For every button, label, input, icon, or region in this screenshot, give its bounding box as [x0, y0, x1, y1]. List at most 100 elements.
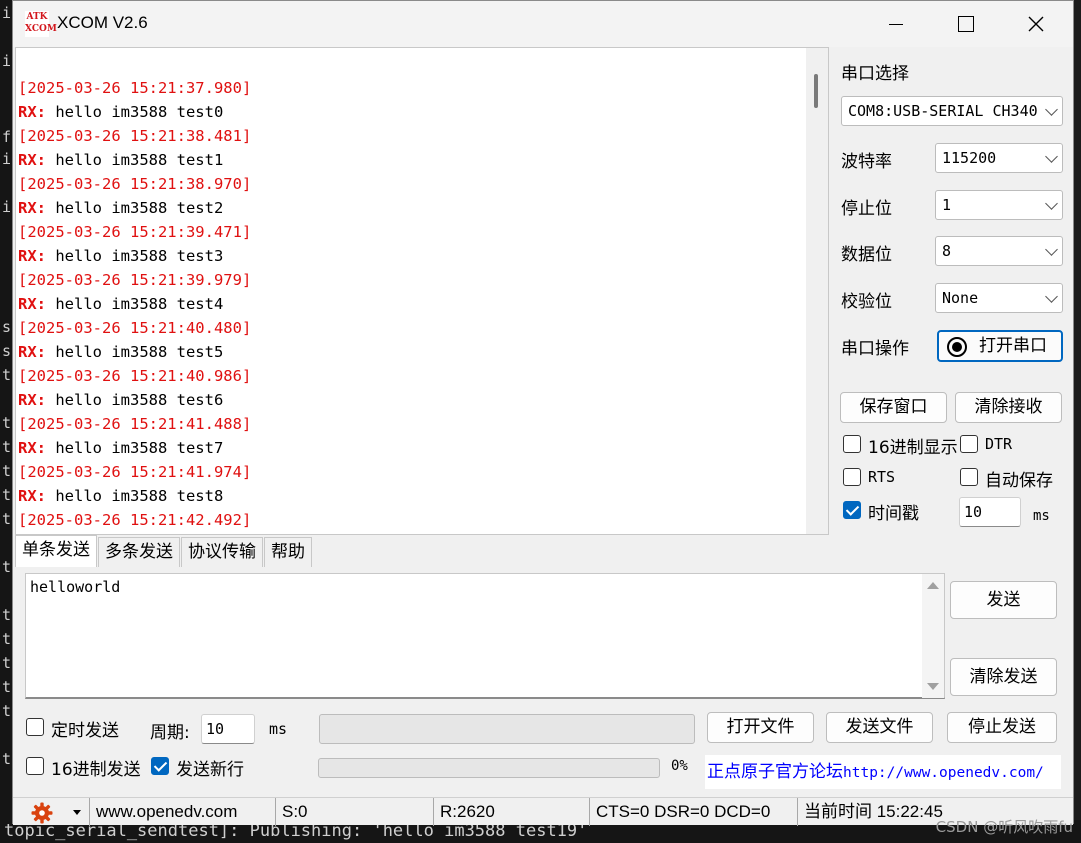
- receive-message: RX: hello im3588 test6: [18, 388, 251, 412]
- receive-timestamp: [2025-03-26 15:21:39.979]: [18, 271, 252, 289]
- auto-save-checkbox[interactable]: [960, 468, 978, 486]
- baud-value: 115200: [942, 149, 997, 167]
- receive-scroll-thumb[interactable]: [814, 74, 818, 108]
- status-received-count: R:2620: [433, 798, 589, 826]
- hex-display-checkbox[interactable]: [843, 435, 861, 453]
- baud-select[interactable]: 115200: [935, 143, 1063, 173]
- background-terminal-char: t: [2, 462, 12, 480]
- logo-top-text: ATK: [26, 12, 48, 22]
- receive-timestamp: [2025-03-26 15:21:42.492]: [18, 511, 252, 529]
- stop-bits-label: 停止位: [841, 199, 892, 219]
- clear-send-button[interactable]: 清除发送: [950, 658, 1057, 696]
- parity-label: 校验位: [841, 292, 892, 312]
- period-label: 周期:: [150, 723, 190, 743]
- logo-bottom-text: XCOM: [25, 24, 57, 34]
- receive-timestamp: [2025-03-26 15:21:39.471]: [18, 223, 252, 241]
- data-bits-select[interactable]: 8: [935, 236, 1063, 266]
- status-website[interactable]: www.openedv.com: [89, 798, 275, 826]
- background-terminal-char: t: [2, 510, 12, 528]
- receive-message: RX: hello im3588 test2: [18, 196, 251, 220]
- send-input[interactable]: helloworld: [25, 573, 945, 699]
- background-terminal-char: t: [2, 414, 12, 432]
- window-title: XCOM V2.6: [57, 13, 148, 32]
- gear-icon[interactable]: [31, 802, 53, 824]
- maximize-button[interactable]: [931, 1, 1001, 47]
- receive-timestamp: [2025-03-26 15:21:40.986]: [18, 367, 252, 385]
- tab-4[interactable]: 帮助: [264, 537, 312, 567]
- receive-message: RX: hello im3588 test1: [18, 148, 251, 172]
- close-icon: [1028, 16, 1044, 32]
- timed-send-checkbox[interactable]: [26, 718, 44, 736]
- rx-text: hello im3588 test7: [46, 439, 224, 457]
- rx-text: hello im3588 test0: [46, 103, 224, 121]
- rx-tag: RX:: [18, 103, 46, 121]
- close-button[interactable]: [1001, 1, 1071, 47]
- timestamp-interval-input[interactable]: 10: [959, 497, 1021, 527]
- chevron-down-icon: [1045, 150, 1058, 163]
- stop-send-button[interactable]: 停止发送: [947, 712, 1057, 743]
- background-terminal-char: i: [2, 4, 12, 22]
- background-terminal-char: t: [2, 438, 12, 456]
- rx-text: hello im3588 test3: [46, 247, 224, 265]
- send-scrollbar[interactable]: [922, 574, 944, 698]
- save-window-button[interactable]: 保存窗口: [840, 392, 947, 423]
- hex-send-checkbox[interactable]: [26, 757, 44, 775]
- rts-checkbox[interactable]: [843, 468, 861, 486]
- receive-message: RX: hello im3588 test8: [18, 484, 251, 508]
- timed-send-label: 定时发送: [51, 721, 119, 741]
- title-bar[interactable]: ATK XCOM XCOM V2.6: [13, 1, 1073, 47]
- rx-tag: RX:: [18, 151, 46, 169]
- background-terminal-char: i: [2, 150, 12, 168]
- tab-1[interactable]: 单条发送: [15, 535, 97, 567]
- watermark-text: CSDN @听风吹雨fu: [935, 818, 1073, 836]
- scroll-down-icon[interactable]: [927, 683, 939, 690]
- open-port-button[interactable]: 打开串口: [937, 330, 1063, 362]
- rx-text: hello im3588 test2: [46, 199, 224, 217]
- scroll-up-icon[interactable]: [927, 582, 939, 589]
- forum-link[interactable]: 正点原子官方论坛http://www.openedv.com/: [705, 755, 1061, 789]
- background-terminal-char: s: [2, 318, 12, 336]
- parity-select[interactable]: None: [935, 283, 1063, 313]
- settings-dropdown-icon[interactable]: [73, 810, 81, 815]
- rx-text: hello im3588 test8: [46, 487, 224, 505]
- timestamp-checkbox[interactable]: [843, 501, 861, 519]
- background-terminal-char: t: [2, 750, 12, 768]
- send-file-button[interactable]: 发送文件: [826, 712, 933, 743]
- receive-lines: [2025-03-26 15:21:37.980] RX: hello im358…: [18, 76, 251, 532]
- clear-receive-button[interactable]: 清除接收: [955, 392, 1062, 423]
- minimize-button[interactable]: [861, 1, 931, 47]
- receive-timestamp: [2025-03-26 15:21:38.481]: [18, 127, 252, 145]
- background-terminal-char: t: [2, 606, 12, 624]
- rx-tag: RX:: [18, 391, 46, 409]
- receive-message: RX: hello im3588 test5: [18, 340, 251, 364]
- background-terminal-char: i: [2, 52, 12, 70]
- send-button[interactable]: 发送: [950, 581, 1057, 619]
- receive-message: RX: hello im3588 test4: [18, 292, 251, 316]
- port-select-label: 串口选择: [841, 64, 909, 84]
- send-tabs: 单条发送 多条发送 协议传输 帮助: [15, 535, 313, 567]
- background-terminal-char: t: [2, 630, 12, 648]
- atk-logo-icon: ATK XCOM: [25, 11, 57, 37]
- receive-message: RX: hello im3588 test7: [18, 436, 251, 460]
- receive-area[interactable]: [2025-03-26 15:21:37.980] RX: hello im358…: [15, 47, 829, 535]
- dtr-checkbox[interactable]: [960, 435, 978, 453]
- open-file-button[interactable]: 打开文件: [707, 712, 814, 743]
- rts-label: RTS: [868, 468, 896, 486]
- port-select[interactable]: COM8:USB-SERIAL CH340: [841, 96, 1063, 126]
- send-newline-checkbox[interactable]: [151, 757, 169, 775]
- file-path-bar: [319, 714, 695, 744]
- baud-label: 波特率: [841, 152, 892, 172]
- period-input[interactable]: 10: [201, 714, 255, 744]
- tab-2[interactable]: 多条发送: [98, 537, 180, 567]
- chevron-down-icon: [1045, 103, 1058, 116]
- stop-bits-select[interactable]: 1: [935, 190, 1063, 220]
- tab-3[interactable]: 协议传输: [181, 537, 263, 567]
- receive-timestamp: [2025-03-26 15:21:41.488]: [18, 415, 252, 433]
- send-progress-bar: [318, 758, 660, 778]
- receive-scrollbar[interactable]: [806, 48, 828, 534]
- rx-text: hello im3588 test1: [46, 151, 224, 169]
- port-select-value: COM8:USB-SERIAL CH340: [848, 102, 1038, 120]
- stop-bits-value: 1: [942, 196, 952, 214]
- auto-save-label: 自动保存: [985, 471, 1053, 491]
- background-terminal-char: t: [2, 702, 12, 720]
